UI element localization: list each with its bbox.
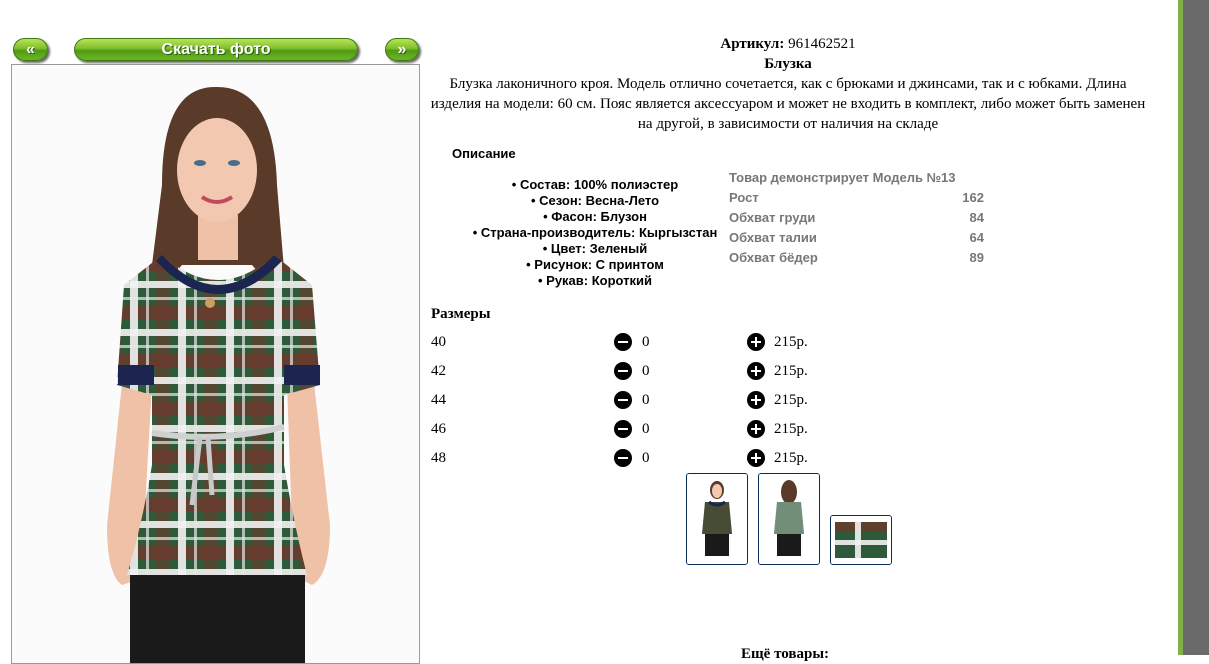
size-label: 46 [431,421,446,437]
size-qty: 0 [642,392,650,408]
size-row: 44 0 215р. [431,390,851,410]
model-row-value: 84 [969,210,984,225]
size-price: 215р. [774,392,808,408]
size-qty: 0 [642,334,650,350]
feature-item: • Фасон: Блузон [543,209,647,224]
model-row-value: 89 [969,250,984,265]
size-price: 215р. [774,363,808,379]
size-row: 48 0 215р. [431,448,851,468]
model-row: Обхват бёдер 89 [729,248,984,268]
size-row: 42 0 215р. [431,361,851,381]
product-main-photo [11,64,420,664]
feature-item: • Рисунок: С принтом [526,257,664,272]
size-qty: 0 [642,450,650,466]
model-row-value: 64 [969,230,984,245]
decrease-qty-button[interactable] [614,449,632,467]
decrease-qty-button[interactable] [614,391,632,409]
size-row: 46 0 215р. [431,419,851,439]
product-header: Артикул: 961462521 Блузка Блузка лаконич… [425,34,1151,134]
next-photo-button[interactable]: » [385,38,419,61]
size-label: 44 [431,392,446,408]
size-row: 40 0 215р. [431,332,851,352]
decrease-qty-button[interactable] [614,333,632,351]
decrease-qty-button[interactable] [614,362,632,380]
article-label: Артикул: [720,36,785,52]
thumbnail-fabric[interactable] [830,515,892,565]
model-row-label: Обхват талии [729,230,817,245]
size-qty: 0 [642,363,650,379]
model-row: Обхват талии 64 [729,228,984,248]
feature-item: • Сезон: Весна-Лето [530,193,660,208]
size-price: 215р. [774,421,808,437]
model-title-text: Товар демонстрирует Модель №13 [729,170,956,185]
article-value: 961462521 [788,36,856,52]
thumbnail-back[interactable] [758,473,820,565]
size-price: 215р. [774,450,808,466]
model-row: Рост 162 [729,188,984,208]
download-photo-button[interactable]: Скачать фото [74,38,358,61]
increase-qty-button[interactable] [747,420,765,438]
size-price: 215р. [774,334,808,350]
decrease-qty-button[interactable] [614,420,632,438]
model-row: Обхват груди 84 [729,208,984,228]
prev-photo-button[interactable]: « [13,38,48,61]
increase-qty-button[interactable] [747,449,765,467]
increase-qty-button[interactable] [747,391,765,409]
product-description: Блузка лаконичного кроя. Модель отлично … [430,76,1146,132]
increase-qty-button[interactable] [747,333,765,351]
model-row-label: Обхват бёдер [729,250,818,265]
feature-item: • Цвет: Зеленый [542,241,648,256]
feature-item: • Страна-производитель: Кыргызстан [472,225,718,240]
thumbnail-front[interactable] [686,473,748,565]
product-name: Блузка [764,56,812,72]
model-row-label: Рост [729,190,759,205]
right-sidebar-strip [1178,0,1209,655]
size-label: 40 [431,334,446,350]
model-row-label: Обхват груди [729,210,816,225]
size-label: 48 [431,450,446,466]
size-qty: 0 [642,421,650,437]
feature-list: • Состав: 100% полиэстер • Сезон: Весна-… [460,177,730,289]
feature-item: • Рукав: Короткий [537,273,653,288]
model-row-value: 162 [962,190,984,205]
description-title: Описание [452,146,516,161]
size-label: 42 [431,363,446,379]
model-title: Товар демонстрирует Модель №13 [729,168,984,188]
article-line: Артикул: 961462521 [425,34,1151,54]
sizes-title: Размеры [431,306,491,322]
model-measurements: Товар демонстрирует Модель №13 Рост 162 О… [729,168,984,268]
increase-qty-button[interactable] [747,362,765,380]
feature-item: • Состав: 100% полиэстер [511,177,679,192]
